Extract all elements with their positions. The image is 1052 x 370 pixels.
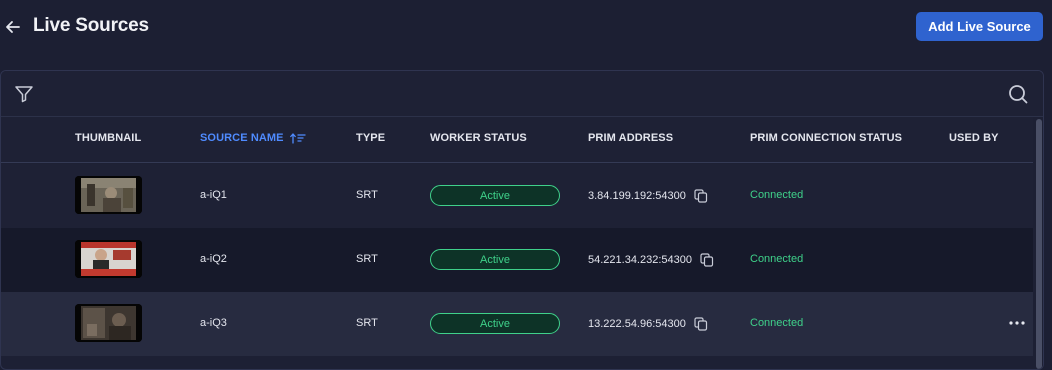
more-horizontal-icon bbox=[1009, 321, 1025, 325]
source-name[interactable]: a-iQ1 bbox=[200, 189, 227, 201]
sort-ascending-icon bbox=[289, 133, 306, 144]
column-header-worker-status: WORKER STATUS bbox=[430, 132, 527, 144]
vertical-scrollbar[interactable] bbox=[1035, 117, 1043, 369]
worker-status-badge: Active bbox=[430, 313, 560, 334]
source-type: SRT bbox=[356, 317, 378, 329]
page-title: Live Sources bbox=[33, 15, 149, 36]
table-row[interactable]: a-iQ1 SRT Active 3.84.199.192:54300 Conn… bbox=[1, 164, 1033, 228]
copy-icon[interactable] bbox=[700, 253, 714, 267]
arrow-left-icon bbox=[6, 21, 20, 33]
prim-connection-status: Connected bbox=[750, 317, 804, 329]
thumbnail-image bbox=[75, 240, 142, 278]
prim-address-cell: 13.222.54.96:54300 bbox=[588, 317, 708, 331]
source-name[interactable]: a-iQ2 bbox=[200, 253, 227, 265]
row-more-actions-button[interactable] bbox=[1007, 314, 1027, 332]
worker-status-badge: Active bbox=[430, 185, 560, 206]
add-live-source-button[interactable]: Add Live Source bbox=[916, 12, 1043, 41]
table-header: THUMBNAIL SOURCE NAME TYPE WORKER STATUS… bbox=[1, 117, 1033, 163]
copy-icon[interactable] bbox=[694, 189, 708, 203]
prim-address-cell: 3.84.199.192:54300 bbox=[588, 189, 708, 203]
column-header-type: TYPE bbox=[356, 132, 386, 144]
column-header-thumbnail: THUMBNAIL bbox=[75, 132, 142, 144]
prim-address-value: 13.222.54.96:54300 bbox=[588, 318, 686, 330]
prim-address-value: 3.84.199.192:54300 bbox=[588, 190, 686, 202]
filter-icon[interactable] bbox=[13, 83, 35, 105]
thumbnail-image bbox=[75, 304, 142, 342]
table-row[interactable]: a-iQ3 SRT Active 13.222.54.96:54300 Conn… bbox=[1, 292, 1033, 356]
live-sources-panel: THUMBNAIL SOURCE NAME TYPE WORKER STATUS… bbox=[0, 70, 1044, 370]
column-header-source-name[interactable]: SOURCE NAME bbox=[200, 132, 306, 144]
prim-connection-status: Connected bbox=[750, 189, 804, 201]
column-header-prim-address: PRIM ADDRESS bbox=[588, 132, 674, 144]
column-header-used-by: USED BY bbox=[949, 132, 999, 144]
prim-address-cell: 54.221.34.232:54300 bbox=[588, 253, 714, 267]
page-header: Live Sources Add Live Source bbox=[0, 0, 1052, 56]
copy-icon[interactable] bbox=[694, 317, 708, 331]
prim-address-value: 54.221.34.232:54300 bbox=[588, 254, 692, 266]
source-type: SRT bbox=[356, 253, 378, 265]
thumbnail-image bbox=[75, 176, 142, 214]
table-row[interactable]: a-iQ2 SRT Active 54.221.34.232:54300 Con… bbox=[1, 228, 1033, 292]
column-header-prim-connection-status: PRIM CONNECTION STATUS bbox=[750, 132, 903, 144]
back-button[interactable] bbox=[4, 16, 22, 38]
scrollbar-thumb[interactable] bbox=[1036, 119, 1042, 369]
worker-status-badge: Active bbox=[430, 249, 560, 270]
source-type: SRT bbox=[356, 189, 378, 201]
search-icon[interactable] bbox=[1007, 83, 1029, 105]
prim-connection-status: Connected bbox=[750, 253, 804, 265]
column-header-source-name-label: SOURCE NAME bbox=[200, 132, 284, 144]
table-toolbar bbox=[1, 71, 1043, 117]
source-name[interactable]: a-iQ3 bbox=[200, 317, 227, 329]
